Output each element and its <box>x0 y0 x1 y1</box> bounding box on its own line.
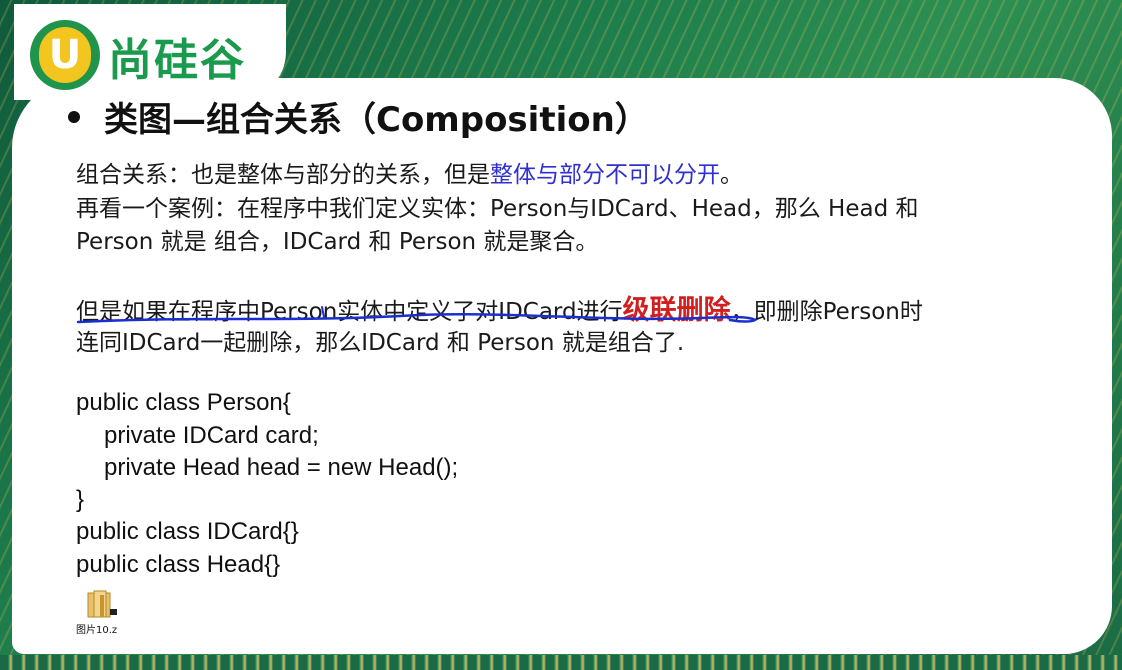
code-line: public class IDCard{} <box>76 518 299 545</box>
folder-file-icon[interactable] <box>86 589 120 619</box>
code-line: private IDCard card; <box>104 422 319 449</box>
code-line: public class Person{ <box>76 389 291 416</box>
code-line: } <box>76 486 85 513</box>
file-label[interactable]: 图片10.z <box>76 621 117 636</box>
code-line: public class Head{} <box>76 551 281 578</box>
code-line: private Head head = new Head(); <box>104 454 459 481</box>
